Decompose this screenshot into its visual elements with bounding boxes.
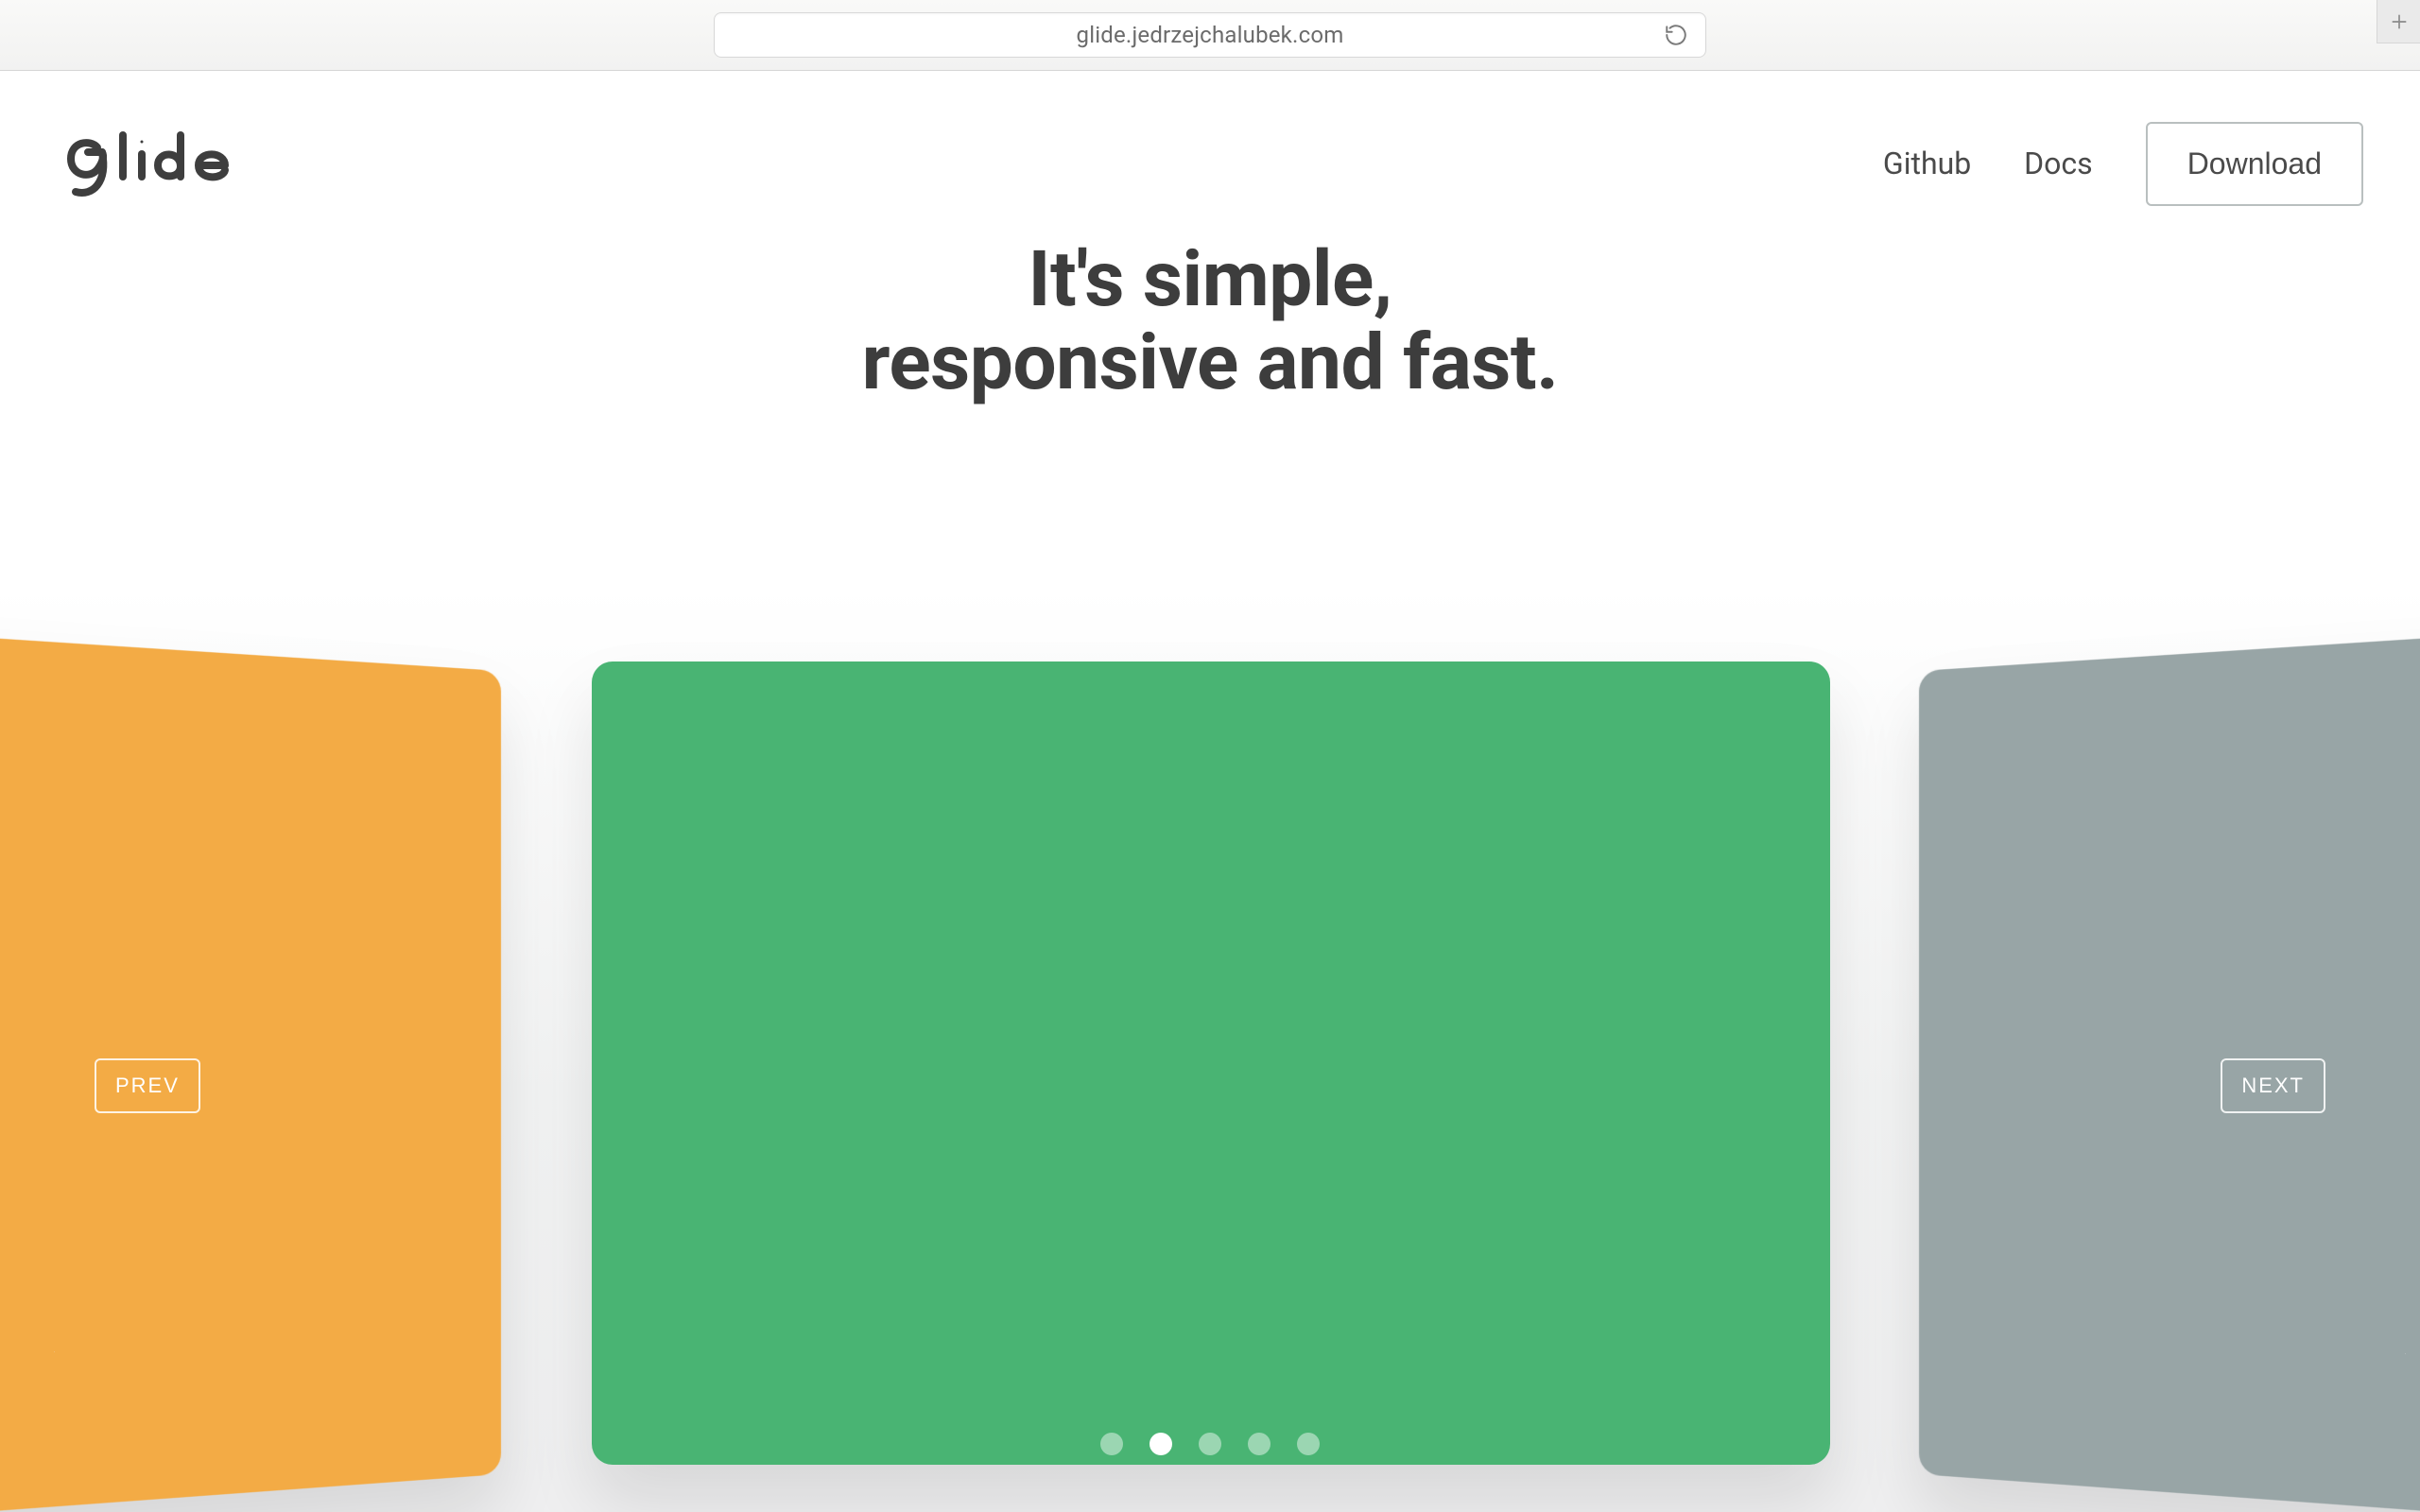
download-button[interactable]: Download bbox=[2146, 122, 2363, 206]
carousel-bullet-1[interactable] bbox=[1150, 1433, 1172, 1455]
hero-line-2: responsive and fast. bbox=[862, 318, 1559, 408]
logo[interactable] bbox=[57, 116, 255, 211]
page-content: Github Docs Download It's simple, respon… bbox=[0, 71, 2420, 1512]
new-tab-button[interactable] bbox=[2377, 0, 2420, 43]
carousel-bullet-4[interactable] bbox=[1297, 1433, 1320, 1455]
nav-link-docs[interactable]: Docs bbox=[2024, 146, 2093, 181]
address-url: glide.jedrzejchalubek.com bbox=[1077, 22, 1344, 48]
carousel-bullets bbox=[1100, 1433, 1320, 1455]
carousel-slide-next[interactable] bbox=[1919, 586, 2420, 1512]
site-header: Github Docs Download bbox=[0, 71, 2420, 211]
carousel-prev-button[interactable]: PREV bbox=[95, 1058, 200, 1113]
carousel-slide-active[interactable] bbox=[592, 662, 1830, 1465]
browser-toolbar: glide.jedrzejchalubek.com bbox=[0, 0, 2420, 71]
hero-title: It's simple, responsive and fast. bbox=[0, 239, 2420, 404]
carousel-bullet-3[interactable] bbox=[1248, 1433, 1270, 1455]
hero-line-1: It's simple, bbox=[1028, 234, 1392, 325]
carousel-bullet-0[interactable] bbox=[1100, 1433, 1123, 1455]
carousel-slide-prev[interactable] bbox=[0, 586, 501, 1512]
nav-link-github[interactable]: Github bbox=[1883, 146, 1971, 181]
main-nav: Github Docs Download bbox=[1883, 122, 2363, 206]
carousel-bullet-2[interactable] bbox=[1199, 1433, 1221, 1455]
carousel-next-button[interactable]: NEXT bbox=[2221, 1058, 2325, 1113]
address-bar[interactable]: glide.jedrzejchalubek.com bbox=[714, 12, 1706, 58]
reload-icon[interactable] bbox=[1664, 23, 1688, 47]
carousel: PREV NEXT bbox=[0, 586, 2420, 1512]
